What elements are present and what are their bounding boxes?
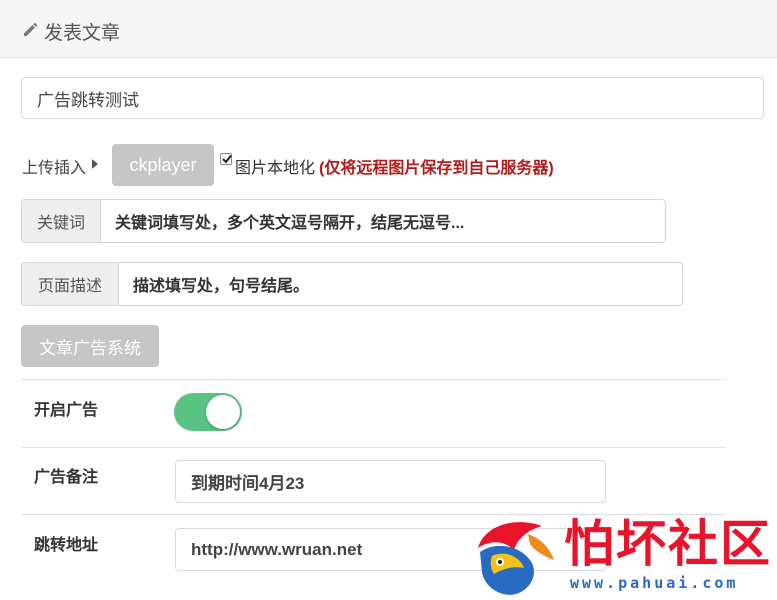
fish-logo-icon (478, 522, 554, 595)
post-article-page: 发表文章 广告跳转测试 上传插入 ckplayer 图片本地化 (仅将远程图片保… (0, 0, 777, 600)
keywords-field-group: 关键词 关键词填写处，多个英文逗号隔开，结尾无逗号... (21, 199, 666, 243)
pencil-icon (24, 22, 38, 36)
enable-ad-label: 开启广告 (34, 402, 99, 419)
ad-remark-label: 广告备注 (34, 469, 99, 486)
redirect-url-label: 跳转地址 (34, 537, 99, 554)
description-addon: 页面描述 (21, 262, 119, 306)
watermark-site-name: 怕坏社区 (564, 514, 772, 573)
site-watermark: 怕坏社区 www.pahuai.com (470, 512, 775, 600)
divider (21, 447, 726, 448)
article-title-input[interactable]: 广告跳转测试 (21, 77, 764, 119)
page-header: 发表文章 (0, 0, 777, 58)
ckplayer-button[interactable]: ckplayer (112, 144, 214, 186)
article-ad-system-button[interactable]: 文章广告系统 (21, 325, 159, 367)
watermark-site-url: www.pahuai.com (570, 574, 739, 592)
enable-ad-toggle[interactable] (174, 393, 242, 431)
toggle-knob (206, 395, 240, 429)
keywords-addon: 关键词 (21, 199, 101, 243)
localize-images-label: 图片本地化 (235, 160, 316, 177)
page-title: 发表文章 (44, 23, 121, 44)
localize-images-note: (仅将远程图片保存到自己服务器) (319, 160, 554, 177)
ad-remark-input[interactable]: 到期时间4月23 (175, 460, 606, 503)
caret-right-icon[interactable] (92, 159, 98, 169)
localize-images-checkbox[interactable] (220, 153, 232, 165)
checkmark-icon (222, 154, 232, 164)
upload-insert-label: 上传插入 (22, 160, 87, 177)
description-input[interactable]: 描述填写处，句号结尾。 (119, 262, 683, 306)
keywords-input[interactable]: 关键词填写处，多个英文逗号隔开，结尾无逗号... (101, 199, 666, 243)
description-field-group: 页面描述 描述填写处，句号结尾。 (21, 262, 683, 306)
divider (21, 379, 726, 380)
